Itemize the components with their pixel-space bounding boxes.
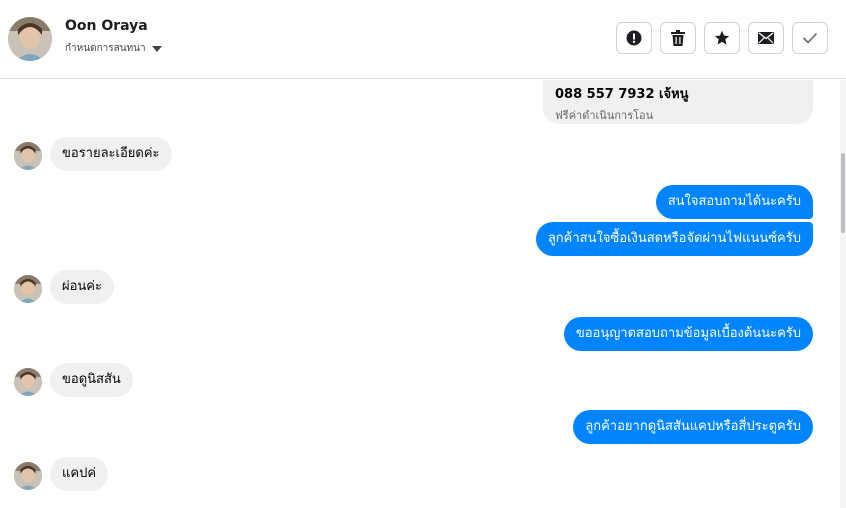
conversation-header: Oon Oraya กำหนดการสนทนา	[0, 0, 846, 79]
sender-avatar	[14, 142, 42, 170]
delete-button[interactable]	[660, 22, 696, 54]
mail-icon	[758, 32, 774, 44]
message-info-card: 088 557 7932 เจ้หนู ฟรีค่าดำเนินการโอน	[543, 80, 813, 124]
mark-unread-button[interactable]	[748, 22, 784, 54]
outgoing-message[interactable]: ขออนุญาตสอบถามข้อมูลเบื้องต้นนะครับ	[563, 317, 813, 351]
caret-down-icon	[151, 45, 162, 52]
alert-icon	[626, 30, 642, 46]
card-subtitle: ฟรีค่าดำเนินการโอน	[555, 109, 654, 122]
incoming-message[interactable]: ขอดูนิสสัน	[50, 363, 133, 397]
spam-button[interactable]	[616, 22, 652, 54]
conversation-status-label: กำหนดการสนทนา	[65, 43, 146, 54]
outgoing-message[interactable]: สนใจสอบถามได้นะครับ	[655, 185, 813, 219]
incoming-message[interactable]: ขอรายละเอียดค่ะ	[50, 137, 172, 171]
header-actions	[616, 22, 828, 54]
trash-icon	[671, 30, 685, 46]
done-button[interactable]	[792, 22, 828, 54]
card-phone: 088 557 7932 เจ้หนู	[555, 87, 689, 102]
conversation-status-dropdown[interactable]: กำหนดการสนทนา	[65, 41, 162, 56]
contact-name[interactable]: Oon Oraya	[65, 18, 148, 34]
incoming-message[interactable]: ผ่อนค่ะ	[50, 270, 114, 304]
message-thread[interactable]: 088 557 7932 เจ้หนู ฟรีค่าดำเนินการโอน ข…	[0, 80, 846, 508]
incoming-message[interactable]: แคปค่	[50, 457, 109, 491]
outgoing-message[interactable]: ลูกค้าอยากดูนิสสันแคปหรือสี่ประตูครับ	[573, 410, 813, 444]
outgoing-message[interactable]: ลูกค้าสนใจซื้อเงินสดหรือจัดผ่านไฟแนนซ์คร…	[535, 222, 813, 256]
star-button[interactable]	[704, 22, 740, 54]
star-icon	[714, 30, 730, 45]
check-icon	[802, 32, 818, 44]
scrollbar-thumb[interactable]	[841, 153, 845, 233]
sender-avatar	[14, 462, 42, 490]
scrollbar-track[interactable]	[840, 80, 846, 508]
sender-avatar	[14, 275, 42, 303]
contact-avatar[interactable]	[8, 17, 52, 61]
sender-avatar	[14, 368, 42, 396]
